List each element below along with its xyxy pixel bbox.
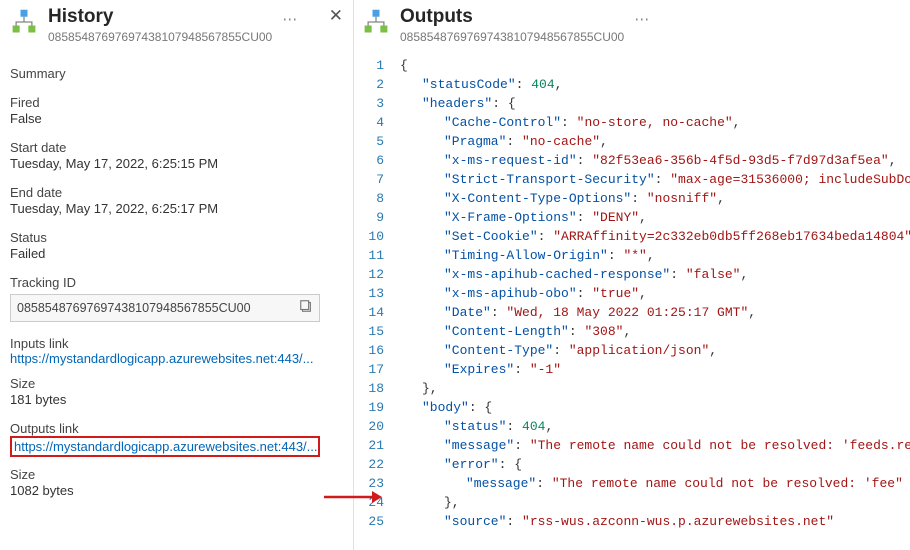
tracking-id-value: 08585487697697438107948567855CU00 — [17, 301, 251, 315]
logic-app-icon — [362, 8, 390, 36]
end-date-label: End date — [10, 185, 339, 200]
fired-value: False — [10, 111, 339, 126]
json-editor[interactable]: 1234567891011121314151617181920212223242… — [354, 52, 910, 550]
inputs-size-label: Size — [10, 376, 339, 391]
logic-app-icon — [10, 8, 38, 36]
outputs-panel: Outputs 08585487697697438107948567855CU0… — [354, 0, 910, 550]
history-title: History — [48, 6, 272, 29]
outputs-link-highlight: https://mystandardlogicapp.azurewebsites… — [10, 436, 320, 457]
end-date-value: Tuesday, May 17, 2022, 6:25:17 PM — [10, 201, 339, 216]
inputs-size-value: 181 bytes — [10, 392, 339, 407]
copy-icon[interactable] — [299, 299, 313, 316]
editor-gutter: 1234567891011121314151617181920212223242… — [354, 52, 394, 550]
more-icon[interactable]: ⋯ — [634, 10, 649, 28]
close-icon[interactable]: ✕ — [329, 6, 343, 26]
outputs-size-label: Size — [10, 467, 339, 482]
history-panel: ✕ History 08585487697697438107948567855C… — [0, 0, 354, 550]
history-subtitle: 08585487697697438107948567855CU00 — [48, 30, 272, 44]
fired-label: Fired — [10, 95, 339, 110]
outputs-title: Outputs — [400, 6, 624, 29]
status-label: Status — [10, 230, 339, 245]
more-icon[interactable]: ⋯ — [282, 10, 297, 28]
tracking-id-label: Tracking ID — [10, 275, 339, 290]
status-value: Failed — [10, 246, 339, 261]
outputs-link[interactable]: https://mystandardlogicapp.azurewebsites… — [14, 439, 318, 454]
outputs-link-label: Outputs link — [10, 421, 339, 436]
start-date-label: Start date — [10, 140, 339, 155]
start-date-value: Tuesday, May 17, 2022, 6:25:15 PM — [10, 156, 339, 171]
outputs-subtitle: 08585487697697438107948567855CU00 — [400, 30, 624, 44]
outputs-size-value: 1082 bytes — [10, 483, 339, 498]
inputs-link-label: Inputs link — [10, 336, 339, 351]
inputs-link[interactable]: https://mystandardlogicapp.azurewebsites… — [10, 351, 314, 366]
editor-code[interactable]: {"statusCode": 404,"headers": {"Cache-Co… — [394, 52, 910, 550]
tracking-id-field[interactable]: 08585487697697438107948567855CU00 — [10, 294, 320, 322]
summary-label: Summary — [10, 66, 339, 81]
